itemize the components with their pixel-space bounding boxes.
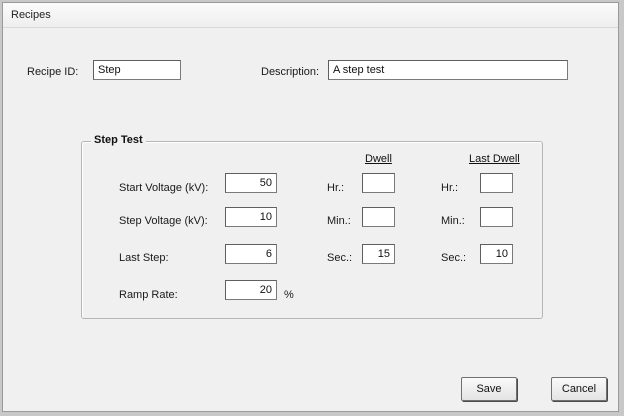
description-field[interactable]: A step test bbox=[328, 60, 568, 80]
last-dwell-hr-label: Hr.: bbox=[441, 182, 459, 194]
window-title: Recipes bbox=[11, 9, 51, 21]
last-step-label: Last Step: bbox=[119, 252, 169, 264]
dwell-min-label: Min.: bbox=[327, 215, 351, 227]
start-voltage-label: Start Voltage (kV): bbox=[119, 182, 209, 194]
cancel-button[interactable]: Cancel bbox=[551, 377, 607, 401]
recipe-id-label: Recipe ID: bbox=[27, 66, 79, 78]
dwell-hr-label: Hr.: bbox=[327, 182, 345, 194]
start-voltage-field[interactable]: 50 bbox=[225, 173, 277, 193]
recipes-window: Recipes Recipe ID: Step Description: A s… bbox=[2, 2, 619, 412]
ramp-rate-label: Ramp Rate: bbox=[119, 289, 178, 301]
dwell-hr-field[interactable] bbox=[362, 173, 395, 193]
step-voltage-label: Step Voltage (kV): bbox=[119, 215, 208, 227]
last-dwell-hr-field[interactable] bbox=[480, 173, 513, 193]
title-bar[interactable]: Recipes bbox=[3, 3, 618, 28]
step-voltage-field[interactable]: 10 bbox=[225, 207, 277, 227]
dwell-sec-label: Sec.: bbox=[327, 252, 353, 264]
last-dwell-sec-label: Sec.: bbox=[441, 252, 467, 264]
last-step-field[interactable]: 6 bbox=[225, 244, 277, 264]
description-label: Description: bbox=[261, 66, 320, 78]
last-dwell-min-label: Min.: bbox=[441, 215, 465, 227]
last-dwell-sec-field[interactable]: 10 bbox=[480, 244, 513, 264]
recipe-id-field[interactable]: Step bbox=[93, 60, 181, 80]
ramp-rate-field[interactable]: 20 bbox=[225, 280, 277, 300]
dwell-sec-field[interactable]: 15 bbox=[362, 244, 395, 264]
ramp-rate-unit: % bbox=[284, 289, 294, 301]
last-dwell-heading: Last Dwell bbox=[469, 153, 520, 165]
save-button[interactable]: Save bbox=[461, 377, 517, 401]
last-dwell-min-field[interactable] bbox=[480, 207, 513, 227]
dwell-heading: Dwell bbox=[365, 153, 392, 165]
dwell-min-field[interactable] bbox=[362, 207, 395, 227]
step-test-group-title: Step Test bbox=[91, 134, 146, 146]
